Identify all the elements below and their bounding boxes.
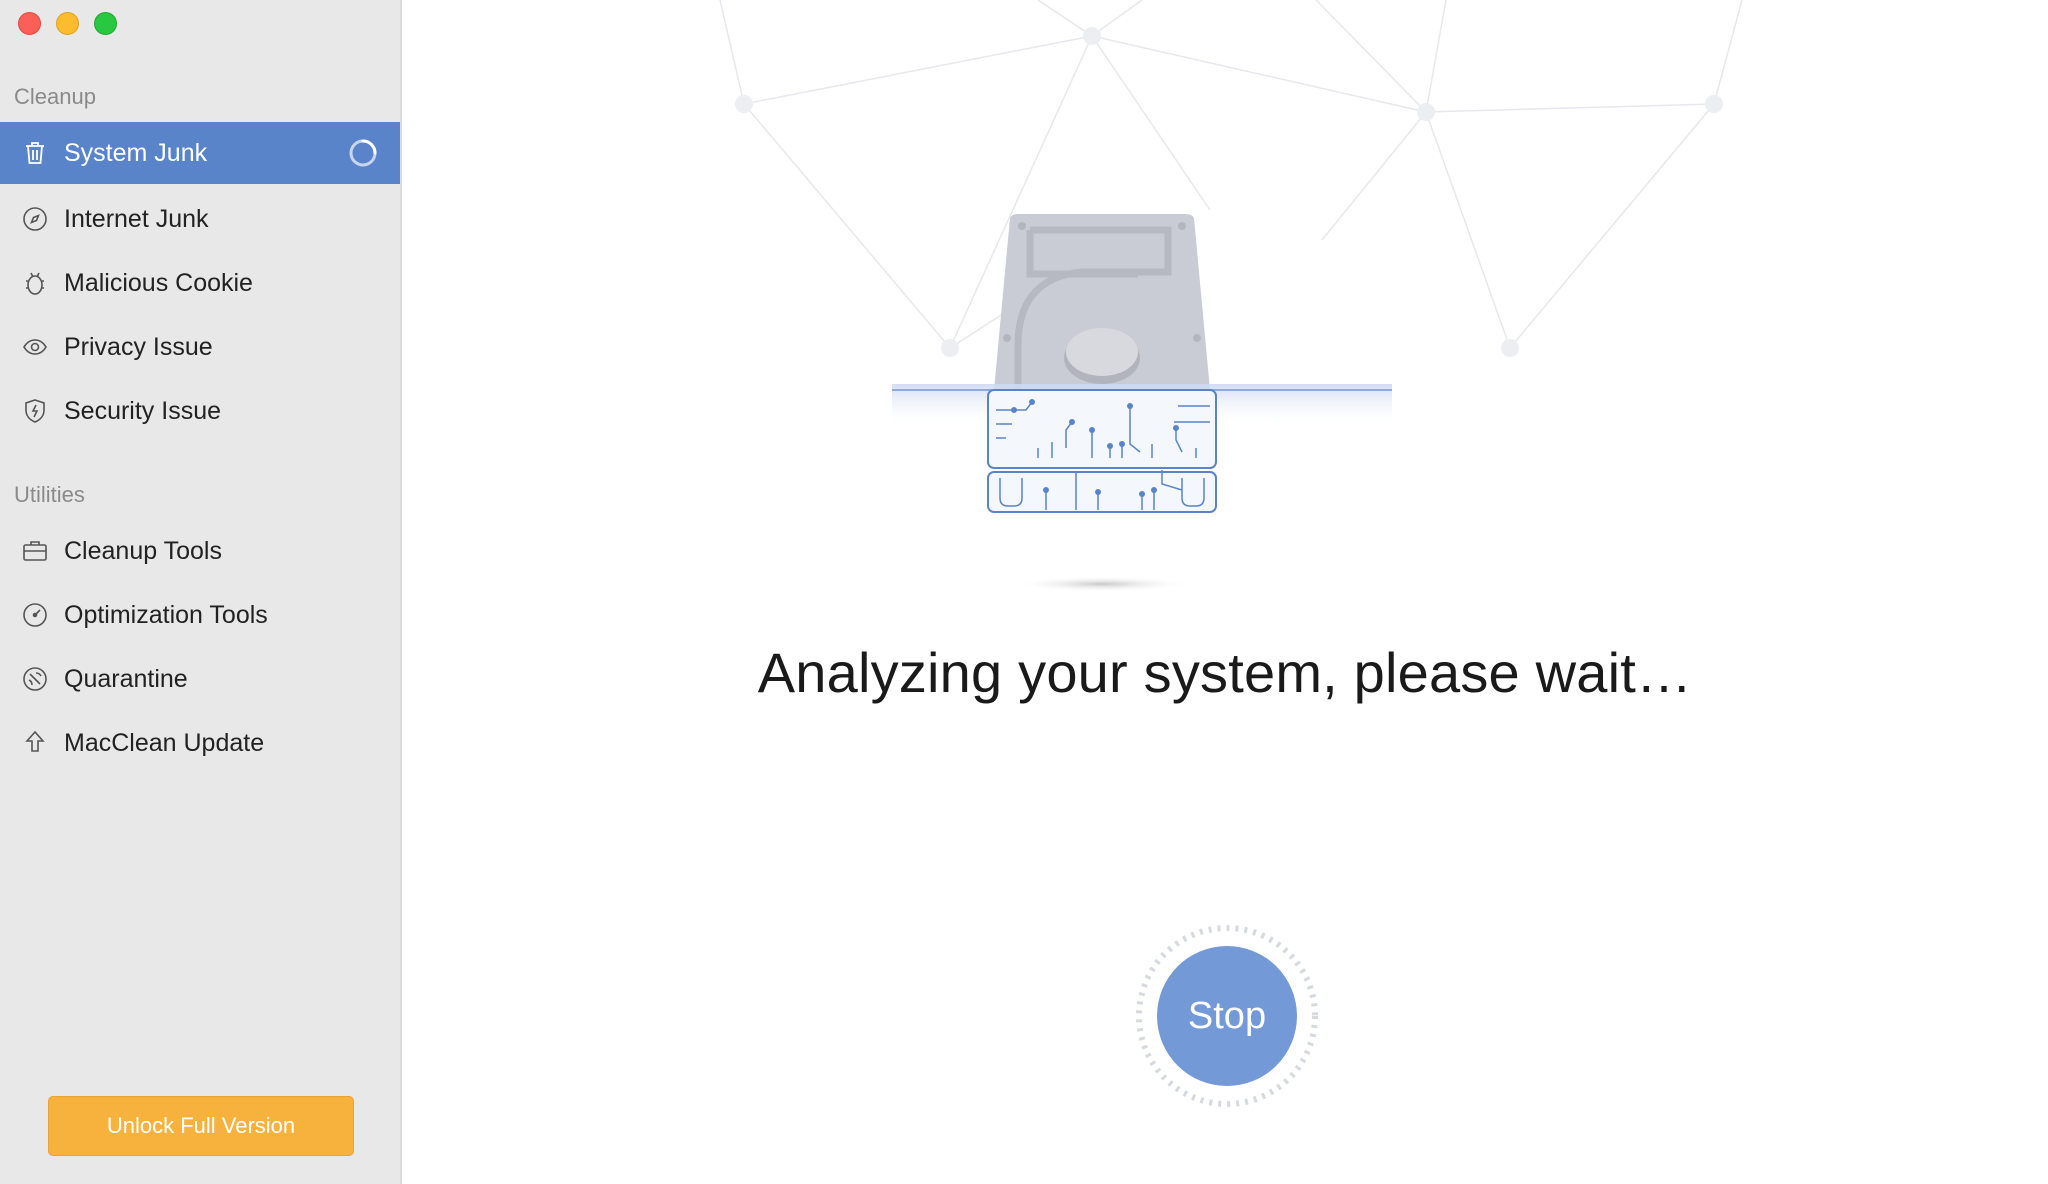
bug-icon xyxy=(18,266,52,300)
analyzing-status-text: Analyzing your system, please wait… xyxy=(757,641,1693,704)
sidebar-item-cleanup-tools[interactable]: Cleanup Tools xyxy=(0,520,400,582)
sidebar-item-privacy-issue[interactable]: Privacy Issue xyxy=(0,316,400,378)
cleanup-section-label: Cleanup xyxy=(14,84,96,109)
maximize-window-button[interactable] xyxy=(94,12,117,35)
sidebar-item-label: MacClean Update xyxy=(64,728,265,757)
sidebar-item-quarantine[interactable]: Quarantine xyxy=(0,648,400,710)
sidebar-item-label: Malicious Cookie xyxy=(64,268,253,297)
sidebar: Cleanup System Junk Internet Junk Malici… xyxy=(0,0,402,1184)
sidebar-item-label: Security Issue xyxy=(64,396,222,425)
sidebar-item-label: Privacy Issue xyxy=(64,332,213,361)
sidebar-item-security-issue[interactable]: Security Issue xyxy=(0,380,400,442)
sidebar-item-internet-junk[interactable]: Internet Junk xyxy=(0,188,400,250)
sidebar-item-label: Optimization Tools xyxy=(64,600,268,629)
hard-drive-scan-icon xyxy=(892,214,1392,592)
sidebar-item-malicious-cookie[interactable]: Malicious Cookie xyxy=(0,252,400,314)
sidebar-item-label: System Junk xyxy=(64,138,208,167)
sidebar-item-system-junk[interactable]: System Junk xyxy=(0,122,400,184)
main-content: Analyzing your system, please wait… Stop xyxy=(402,0,2048,1184)
shield-icon xyxy=(18,394,52,428)
gauge-icon xyxy=(18,598,52,632)
toolbox-icon xyxy=(18,534,52,568)
stop-button[interactable]: Stop xyxy=(1157,946,1297,1086)
sidebar-item-optimization-tools[interactable]: Optimization Tools xyxy=(0,584,400,646)
loading-spinner-icon xyxy=(348,138,378,168)
stop-button-container: Stop xyxy=(1135,924,1319,1108)
close-window-button[interactable] xyxy=(18,12,41,35)
sidebar-item-macclean-update[interactable]: MacClean Update xyxy=(0,712,400,774)
sidebar-item-label: Internet Junk xyxy=(64,204,209,233)
sidebar-item-label: Quarantine xyxy=(64,664,188,693)
sidebar-item-label: Cleanup Tools xyxy=(64,536,222,565)
utilities-section-label: Utilities xyxy=(14,482,85,507)
compass-icon xyxy=(18,202,52,236)
unlock-full-version-button[interactable]: Unlock Full Version xyxy=(48,1096,354,1156)
upload-arrow-icon xyxy=(18,726,52,760)
trash-icon xyxy=(18,136,52,170)
eye-icon xyxy=(18,330,52,364)
minimize-window-button[interactable] xyxy=(56,12,79,35)
window-controls xyxy=(18,12,117,35)
quarantine-icon xyxy=(18,662,52,696)
